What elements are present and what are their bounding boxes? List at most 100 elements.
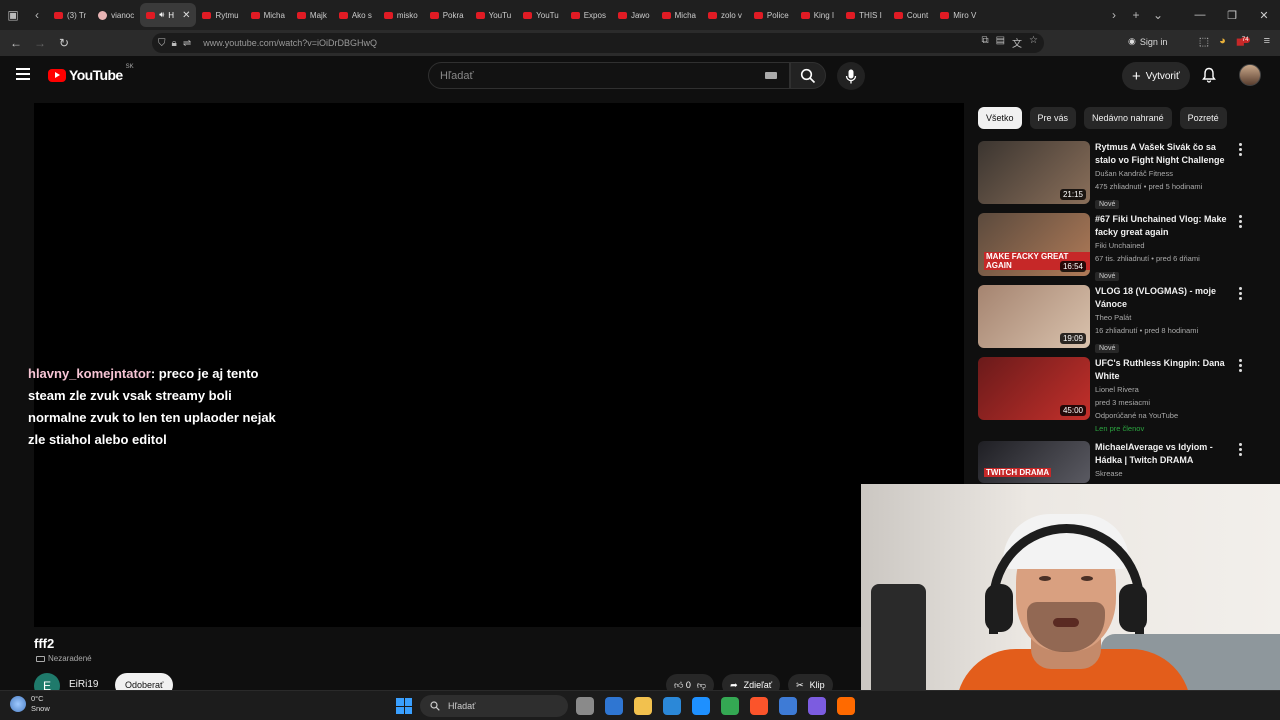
browser-tab[interactable]: YouTu bbox=[517, 3, 565, 27]
taskbar-search[interactable]: Hľadať bbox=[420, 695, 568, 717]
browser-tab[interactable]: Expos bbox=[565, 3, 612, 27]
create-button[interactable]: + Vytvoriť bbox=[1122, 62, 1190, 90]
browser-tab[interactable]: Jawo bbox=[612, 3, 656, 27]
minimize-icon[interactable]: — bbox=[1184, 9, 1216, 21]
browser-tab[interactable]: THIS I bbox=[840, 3, 888, 27]
browser-tab[interactable]: King I bbox=[795, 3, 840, 27]
address-bar[interactable]: ⛉ 🔒︎ ⇌ www.youtube.com/watch?v=iOiDrDBGH… bbox=[152, 33, 1044, 53]
url-text[interactable]: www.youtube.com/watch?v=iOiDrDBGHwQ bbox=[203, 38, 377, 48]
reload-icon[interactable]: ↻ bbox=[52, 36, 76, 50]
windows-start-icon[interactable] bbox=[396, 698, 412, 714]
screenshot-icon[interactable]: ⧉ bbox=[981, 35, 988, 50]
taskbar-app-icon[interactable] bbox=[634, 697, 652, 715]
back-icon[interactable]: ← bbox=[4, 36, 28, 50]
recommendation-title[interactable]: UFC's Ruthless Kingpin: Dana White bbox=[1095, 357, 1231, 383]
recommendation-item[interactable]: 19:09 VLOG 18 (VLOGMAS) - moje Vánoce Theo… bbox=[978, 285, 1268, 353]
sign-in-button[interactable]: ◉ Sign in bbox=[1128, 36, 1167, 47]
recommendation-channel[interactable]: Lionel Rivera bbox=[1095, 383, 1231, 396]
bookmark-star-icon[interactable]: ☆ bbox=[1029, 35, 1038, 50]
weather-widget[interactable]: 0°C Snow bbox=[10, 694, 50, 714]
tab-scroll-right-icon[interactable]: › bbox=[1103, 8, 1125, 22]
shield-icon[interactable]: ⛉ bbox=[158, 38, 166, 49]
filter-chip[interactable]: Pre vás bbox=[1029, 107, 1077, 129]
taskbar-app-icon[interactable] bbox=[837, 697, 855, 715]
recommendation-item[interactable]: MAKE FACKY GREAT AGAIN 16:54 #67 Fiki Unch… bbox=[978, 213, 1268, 281]
browser-tab[interactable]: vianoc bbox=[92, 3, 140, 27]
dislike-icon[interactable]: 👎︎ bbox=[697, 680, 706, 691]
browser-tab[interactable]: Count bbox=[888, 3, 934, 27]
browser-tab[interactable]: Rytmu bbox=[196, 3, 244, 27]
taskbar-app-icon[interactable] bbox=[721, 697, 739, 715]
recommendation-channel[interactable]: Skrease bbox=[1095, 467, 1231, 480]
browser-tab[interactable]: zolo v bbox=[702, 3, 748, 27]
recommendation-title[interactable]: #67 Fiki Unchained Vlog: Make facky grea… bbox=[1095, 213, 1231, 239]
recommendation-channel[interactable]: Dušan Kandráč Fitness bbox=[1095, 167, 1231, 180]
like-button[interactable]: 👍︎ 0 bbox=[674, 680, 691, 691]
browser-tab[interactable]: 🔊︎ H ✕ bbox=[140, 3, 197, 27]
search-input[interactable]: Hľadať bbox=[428, 62, 790, 89]
youtube-logo[interactable]: YouTube SK bbox=[48, 64, 134, 83]
restore-icon[interactable]: ❐ bbox=[1216, 9, 1248, 22]
taskbar-app-icon[interactable] bbox=[663, 697, 681, 715]
browser-tab[interactable]: Pokra bbox=[424, 3, 470, 27]
site-settings-icon[interactable]: ⇌ bbox=[183, 38, 191, 49]
browser-tab[interactable]: Micha bbox=[245, 3, 291, 27]
tab-search-icon[interactable]: ▣ bbox=[0, 0, 26, 30]
translate-icon[interactable]: 文 bbox=[1012, 35, 1022, 50]
recommendation-title[interactable]: VLOG 18 (VLOGMAS) - moje Vánoce bbox=[1095, 285, 1231, 311]
extensions-icon[interactable]: ⬚ bbox=[1199, 35, 1209, 48]
recommendation-item[interactable]: 45:00 UFC's Ruthless Kingpin: Dana White L… bbox=[978, 357, 1268, 433]
browser-menu-icon[interactable]: ≡ bbox=[1264, 35, 1270, 48]
voice-search-button[interactable] bbox=[837, 62, 865, 90]
recommendation-title[interactable]: MichaelAverage vs Idyiom - Hádka | Twitc… bbox=[1095, 441, 1231, 467]
browser-tab[interactable]: Micha bbox=[656, 3, 702, 27]
reader-icon[interactable]: ▤ bbox=[996, 35, 1005, 50]
tab-scroll-left-icon[interactable]: ‹ bbox=[26, 8, 48, 22]
taskbar-app-icon[interactable] bbox=[605, 697, 623, 715]
new-tab-icon[interactable]: + bbox=[1125, 8, 1147, 22]
video-thumbnail[interactable]: 21:15 bbox=[978, 141, 1090, 204]
taskbar-app-icon[interactable] bbox=[576, 697, 594, 715]
filter-chip[interactable]: Pozreté bbox=[1179, 107, 1227, 129]
more-options-icon[interactable] bbox=[1235, 215, 1245, 228]
more-options-icon[interactable] bbox=[1235, 287, 1245, 300]
more-options-icon[interactable] bbox=[1235, 443, 1245, 456]
more-options-icon[interactable] bbox=[1235, 143, 1245, 156]
recommendation-title[interactable]: Rytmus A Vašek Sivák čo sa stalo vo Figh… bbox=[1095, 141, 1231, 167]
video-thumbnail[interactable]: 45:00 bbox=[978, 357, 1090, 420]
recommendation-item[interactable]: 21:15 Rytmus A Vašek Sivák čo sa stalo vo… bbox=[978, 141, 1268, 209]
browser-tab[interactable]: (3) Tr bbox=[48, 3, 92, 27]
user-avatar[interactable] bbox=[1239, 64, 1261, 86]
taskbar-app-icon[interactable] bbox=[750, 697, 768, 715]
taskbar-app-icon[interactable] bbox=[779, 697, 797, 715]
hamburger-menu-icon[interactable] bbox=[16, 68, 30, 80]
lock-icon[interactable]: 🔒︎ bbox=[172, 38, 177, 49]
tab-dropdown-icon[interactable]: ⌄ bbox=[1147, 8, 1169, 22]
browser-tab[interactable]: Police bbox=[748, 3, 795, 27]
filter-chip[interactable]: Všetko bbox=[978, 107, 1022, 129]
taskbar-app-icon[interactable] bbox=[692, 697, 710, 715]
video-thumbnail[interactable]: 19:09 bbox=[978, 285, 1090, 348]
recommendation-channel[interactable]: Fiki Unchained bbox=[1095, 239, 1231, 252]
close-window-icon[interactable]: ✕ bbox=[1248, 9, 1280, 22]
browser-tab[interactable]: misko bbox=[378, 3, 424, 27]
tab-audio-icon[interactable]: 🔊︎ bbox=[159, 10, 164, 20]
filter-chip[interactable]: Nedávno nahrané bbox=[1084, 107, 1172, 129]
notifications-bell-icon[interactable] bbox=[1202, 67, 1216, 83]
extension-badge-icon[interactable]: ◼74 bbox=[1236, 35, 1254, 48]
browser-tab[interactable]: Miro V bbox=[934, 3, 982, 27]
recommendation-channel[interactable]: Theo Palát bbox=[1095, 311, 1231, 324]
taskbar-app-icon[interactable] bbox=[808, 697, 826, 715]
channel-name[interactable]: EiRi19 bbox=[69, 679, 98, 690]
browser-tab[interactable]: Ako s bbox=[333, 3, 378, 27]
video-thumbnail[interactable]: TWITCH DRAMA bbox=[978, 441, 1090, 483]
browser-tab[interactable]: Majk bbox=[291, 3, 333, 27]
video-thumbnail[interactable]: MAKE FACKY GREAT AGAIN 16:54 bbox=[978, 213, 1090, 276]
more-options-icon[interactable] bbox=[1235, 359, 1245, 372]
extension-color-icon[interactable]: ◕ bbox=[1219, 35, 1226, 48]
browser-tab[interactable]: YouTu bbox=[470, 3, 518, 27]
search-button[interactable] bbox=[790, 62, 826, 89]
tab-close-icon[interactable]: ✕ bbox=[182, 10, 190, 21]
keyboard-icon[interactable] bbox=[765, 72, 777, 79]
forward-icon[interactable]: → bbox=[28, 36, 52, 50]
